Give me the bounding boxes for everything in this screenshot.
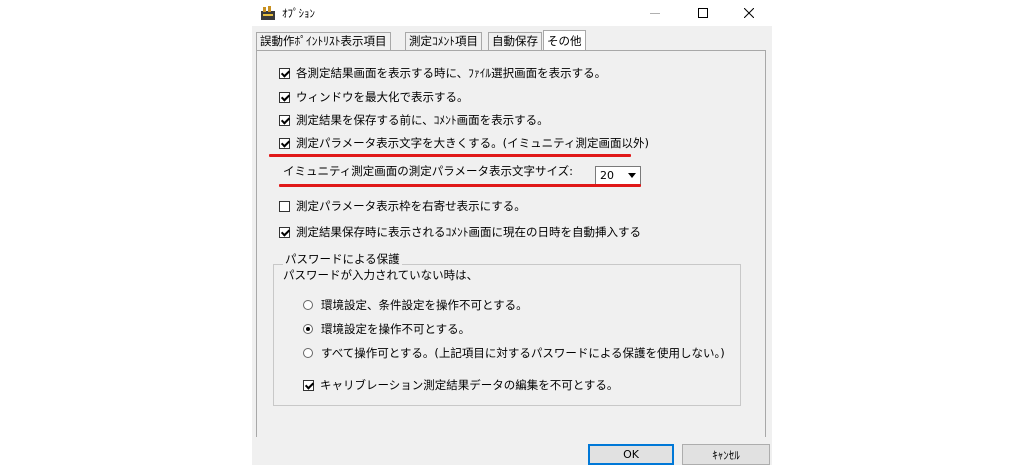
checkbox[interactable] <box>279 67 290 79</box>
option-comment-before-save[interactable]: 測定結果を保存する前に、ｺﾒﾝﾄ画面を表示する。 <box>279 112 549 128</box>
maximize-button[interactable] <box>680 0 726 26</box>
option-label: 測定パラメータ表示枠を右寄せ表示にする。 <box>296 199 526 213</box>
option-label: キャリブレーション測定結果データの編集を不可とする。 <box>320 378 619 392</box>
radio-button[interactable] <box>303 300 313 310</box>
checkbox[interactable] <box>279 200 290 212</box>
font-size-select[interactable]: 20 <box>595 166 641 185</box>
option-label: ウィンドウを最大化で表示する。 <box>296 90 469 104</box>
cancel-button[interactable]: ｷｬﾝｾﾙ <box>682 444 770 465</box>
dialog-footer: OK ｷｬﾝｾﾙ <box>252 437 772 465</box>
radio-lock-env[interactable]: 環境設定を操作不可とする。 <box>303 321 470 337</box>
highlight-underline <box>269 154 631 157</box>
option-file-select[interactable]: 各測定結果画面を表示する時に、ﾌｧｲﾙ選択画面を表示する。 <box>279 65 606 81</box>
tab-autosave[interactable]: 自動保存 <box>488 32 542 50</box>
option-lock-calibration[interactable]: キャリブレーション測定結果データの編集を不可とする。 <box>303 377 618 393</box>
option-label: 測定パラメータ表示文字を大きくする。(イミュニティ測定画面以外) <box>296 136 649 150</box>
checkbox[interactable] <box>279 137 290 149</box>
checkbox[interactable] <box>279 226 290 238</box>
radio-button[interactable] <box>303 348 313 358</box>
option-label: 測定結果保存時に表示されるｺﾒﾝﾄ画面に現在の日時を自動挿入する <box>296 225 641 239</box>
option-label: 測定結果を保存する前に、ｺﾒﾝﾄ画面を表示する。 <box>296 113 549 127</box>
window-title: ｵﾌﾟｼｮﾝ <box>282 7 315 20</box>
password-group-title: パスワードによる保護 <box>283 251 402 267</box>
radio-button[interactable] <box>303 324 313 334</box>
option-right-align-param[interactable]: 測定パラメータ表示枠を右寄せ表示にする。 <box>279 198 526 214</box>
password-group-subtitle: パスワードが入力されていない時は、 <box>283 268 479 282</box>
tab-measure-comment[interactable]: 測定ｺﾒﾝﾄ項目 <box>405 32 482 50</box>
radio-label: 環境設定を操作不可とする。 <box>321 322 471 336</box>
checkbox[interactable] <box>279 91 290 103</box>
checkbox[interactable] <box>303 379 314 391</box>
title-bar: ｵﾌﾟｼｮﾝ <box>252 0 772 26</box>
options-dialog: ｵﾌﾟｼｮﾝ 誤動作ﾎﾟｲﾝﾄﾘｽﾄ表示項目 測定ｺﾒﾝﾄ項目 自動保存 その他… <box>252 0 772 465</box>
chevron-down-icon[interactable] <box>624 168 639 183</box>
highlight-underline <box>279 184 641 187</box>
tab-error-point-list[interactable]: 誤動作ﾎﾟｲﾝﾄﾘｽﾄ表示項目 <box>256 32 391 50</box>
font-size-value: 20 <box>600 169 614 182</box>
tab-panel-other: 各測定結果画面を表示する時に、ﾌｧｲﾙ選択画面を表示する。 ウィンドウを最大化で… <box>256 50 766 438</box>
radio-label: すべて操作可とする。(上記項目に対するパスワードによる保護を使用しない。) <box>321 346 725 360</box>
option-insert-datetime[interactable]: 測定結果保存時に表示されるｺﾒﾝﾄ画面に現在の日時を自動挿入する <box>279 224 641 240</box>
radio-label: 環境設定、条件設定を操作不可とする。 <box>321 298 528 312</box>
option-maximize-window[interactable]: ウィンドウを最大化で表示する。 <box>279 89 469 105</box>
ok-button[interactable]: OK <box>588 444 674 465</box>
checkbox[interactable] <box>279 114 290 126</box>
option-large-param-text[interactable]: 測定パラメータ表示文字を大きくする。(イミュニティ測定画面以外) <box>279 135 649 151</box>
close-button[interactable] <box>726 0 772 26</box>
radio-lock-env-cond[interactable]: 環境設定、条件設定を操作不可とする。 <box>303 297 528 313</box>
minimize-button[interactable] <box>632 0 678 26</box>
option-label: 各測定結果画面を表示する時に、ﾌｧｲﾙ選択画面を表示する。 <box>296 66 607 80</box>
tab-other[interactable]: その他 <box>543 30 586 51</box>
font-size-label: イミュニティ測定画面の測定パラメータ表示文字サイズ: <box>283 164 573 178</box>
radio-allow-all[interactable]: すべて操作可とする。(上記項目に対するパスワードによる保護を使用しない。) <box>303 345 725 361</box>
app-icon <box>260 5 276 21</box>
